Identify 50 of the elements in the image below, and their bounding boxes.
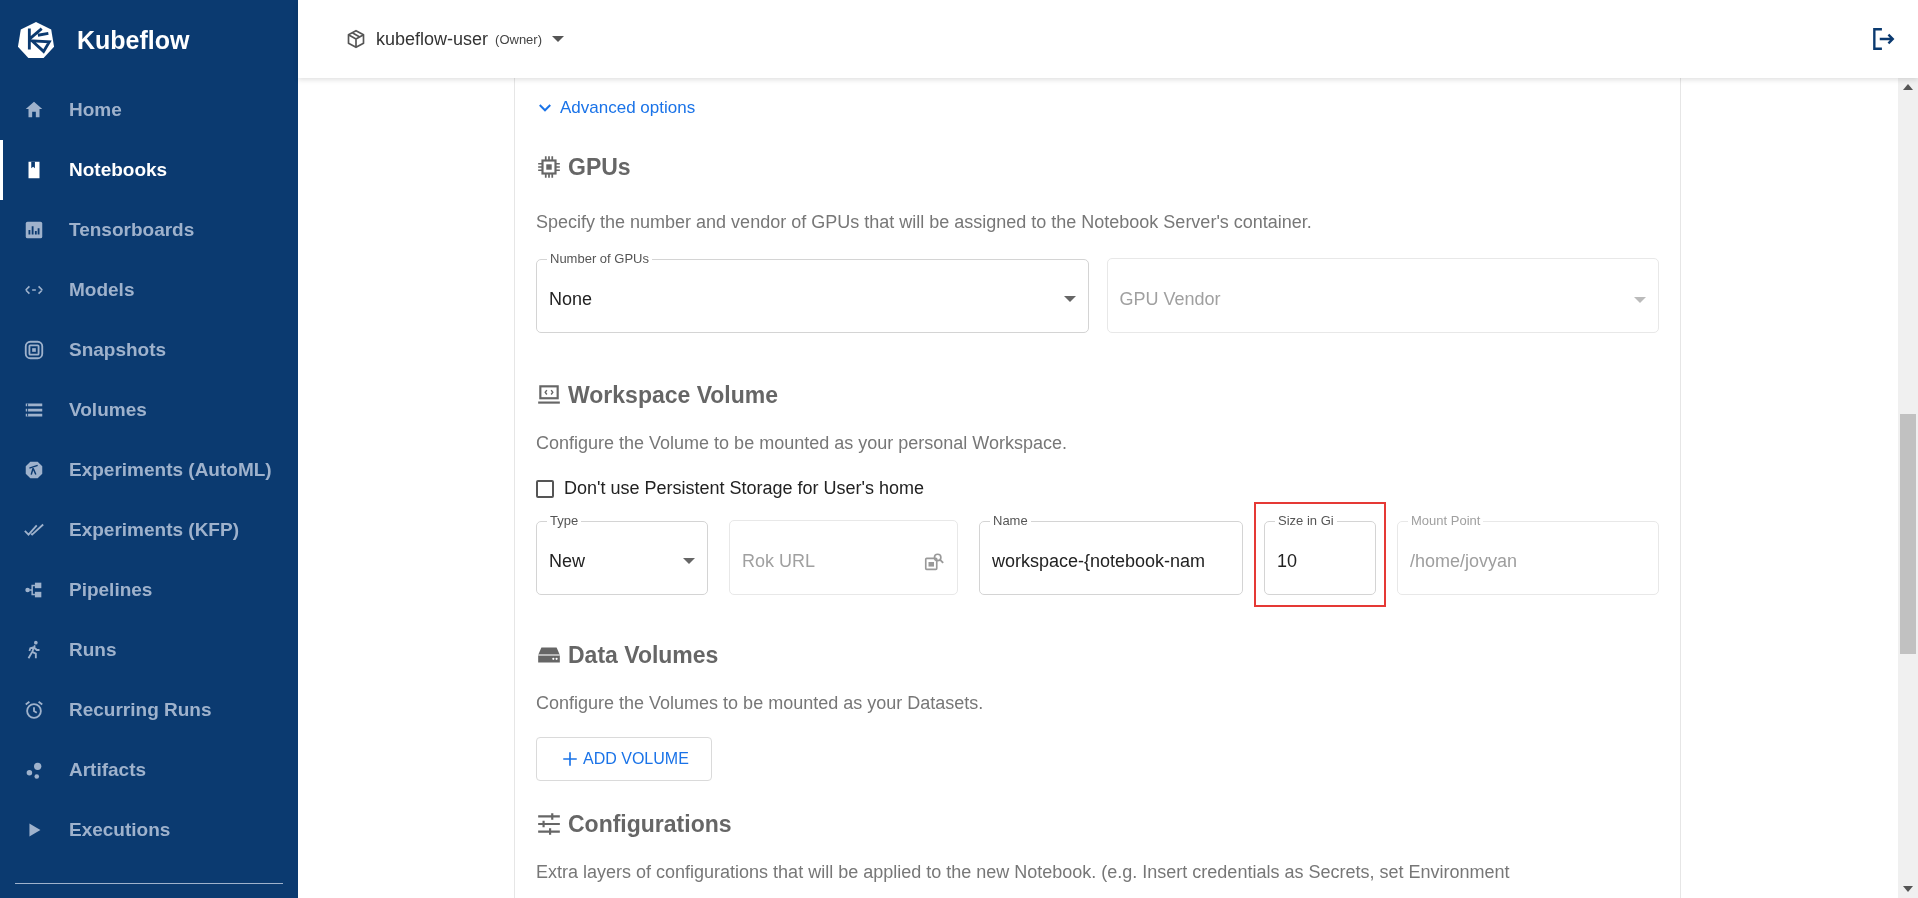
input-field[interactable]: Size in Gi 10 <box>1264 514 1376 595</box>
nav-item[interactable]: Runs <box>0 620 298 680</box>
scroll-down-icon[interactable] <box>1903 886 1913 892</box>
nav-item[interactable]: Recurring Runs <box>0 680 298 740</box>
scroll-up-icon[interactable] <box>1903 84 1913 90</box>
section-description: Specify the number and vendor of GPUs that will be assigned to the Notebook Server's container. <box>536 211 1313 234</box>
caret-icon <box>1634 296 1646 303</box>
section-description: Configure the Volumes to be mounted as your Datasets. <box>536 692 985 715</box>
advanced-options-toggle[interactable]: Advanced options <box>536 97 696 119</box>
section-title: Configurations <box>568 810 732 838</box>
nav-item[interactable]: Notebooks <box>0 140 298 200</box>
scrollbar[interactable] <box>1898 78 1918 898</box>
nav-item[interactable]: Executions <box>0 800 298 860</box>
alarm-clock-icon <box>23 699 45 721</box>
select-field[interactable]: Type New <box>536 514 708 595</box>
cube-icon <box>346 29 366 49</box>
section-description: Extra layers of configurations that will be applied to the new Notebook. (e.g. Insert credentials as Secrets, set Environment <box>536 861 1511 884</box>
nav-item[interactable]: Volumes <box>0 380 298 440</box>
section-title: Workspace Volume <box>568 381 779 409</box>
bar-chart-icon <box>23 219 45 241</box>
select-field[interactable]: Number of GPUs None <box>536 252 1089 333</box>
chip-icon <box>536 154 562 180</box>
nav-item[interactable]: Models <box>0 260 298 320</box>
section-title: GPUs <box>568 153 631 181</box>
nav-item[interactable]: Home <box>0 80 298 140</box>
caret-icon <box>683 558 695 564</box>
section-description: Configure the Volume to be mounted as your personal Workspace. <box>536 432 1068 455</box>
caret-icon <box>552 36 564 42</box>
nav-item[interactable]: Experiments (KFP) <box>0 500 298 560</box>
section-title: Data Volumes <box>568 641 719 669</box>
add-volume-button[interactable]: ADD VOLUME <box>536 737 712 781</box>
nav-item[interactable]: Pipelines <box>0 560 298 620</box>
checkbox-label: Don't use Persistent Storage for User's home <box>564 478 925 499</box>
image-search-icon <box>923 550 945 573</box>
scrollbar-thumb[interactable] <box>1900 414 1916 654</box>
nav-item[interactable]: Tensorboards <box>0 200 298 260</box>
caret-icon <box>1063 296 1076 302</box>
nav-item[interactable]: Experiments (AutoML) <box>0 440 298 500</box>
namespace-selector[interactable]: kubeflow-user (Owner) <box>342 24 568 54</box>
app-title: Kubeflow <box>77 25 190 55</box>
layers-icon <box>23 339 45 361</box>
checkbox[interactable] <box>536 479 554 498</box>
logout-icon <box>1870 26 1896 52</box>
telescope-icon <box>23 459 45 481</box>
nav-item[interactable]: Artifacts <box>0 740 298 800</box>
logo-icon <box>17 21 55 59</box>
input-field[interactable]: Name workspace-{notebook-nam <box>979 514 1243 595</box>
sliders-icon <box>536 811 562 837</box>
nav-item[interactable]: Snapshots <box>0 320 298 380</box>
plus-icon <box>561 750 579 768</box>
